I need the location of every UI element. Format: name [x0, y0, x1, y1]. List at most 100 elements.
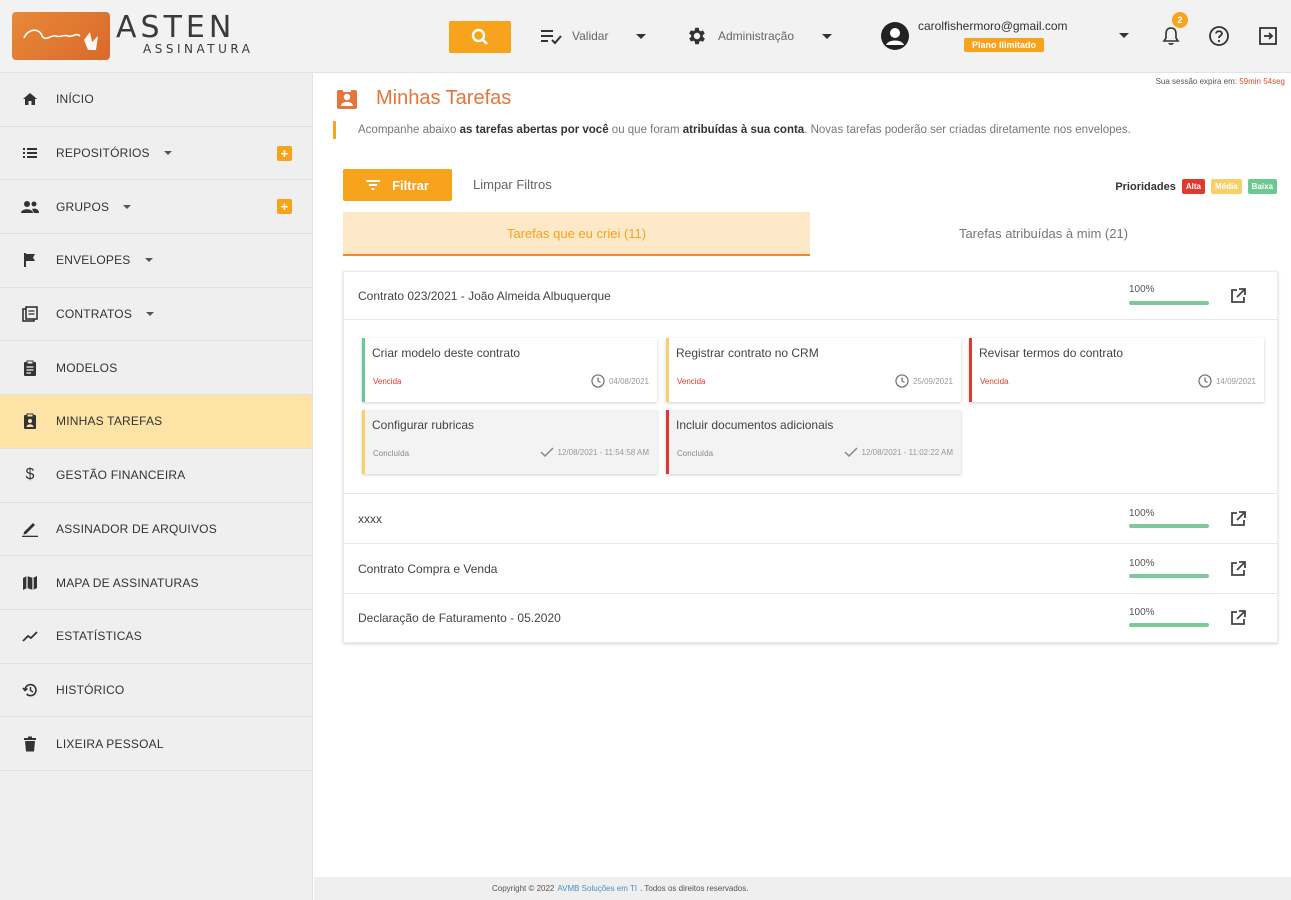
session-time: 59min 54seg [1239, 77, 1285, 86]
open-envelope-button[interactable] [1228, 509, 1248, 529]
add-repository-button[interactable]: + [277, 145, 292, 161]
chevron-down-icon [1119, 33, 1129, 38]
company-link[interactable]: AVMB Soluções em TI [557, 884, 637, 893]
bell-icon [1162, 27, 1180, 45]
task-status: Vencida [677, 377, 706, 386]
sidebar-item-lixeira-pessoal[interactable]: LIXEIRA PESSOAL [0, 717, 312, 771]
sidebar-item-estatisticas[interactable]: ESTATÍSTICAS [0, 610, 312, 664]
admin-menu[interactable]: Administração [686, 22, 833, 50]
checklist-icon [541, 30, 562, 45]
search-button[interactable] [449, 21, 511, 53]
sidebar-item-assinador-de-arquivos[interactable]: ASSINADOR DE ARQUIVOS [0, 503, 312, 557]
sidebar-item-label: GESTÃO FINANCEIRA [56, 468, 186, 483]
task-title: Incluir documentos adicionais [676, 418, 834, 432]
chevron-down-icon [123, 204, 132, 209]
add-group-button[interactable]: + [277, 199, 292, 215]
envelope-row[interactable]: Declaração de Faturamento - 05.2020 100% [344, 594, 1277, 642]
progress-bar [1129, 524, 1209, 528]
sidebar-item-grupos[interactable]: GRUPOS + [0, 180, 312, 235]
notifications-button[interactable]: 2 [1159, 12, 1188, 48]
sidebar-item-label: INÍCIO [56, 92, 94, 107]
sidebar-item-label: REPOSITÓRIOS [56, 146, 150, 161]
page-title: Minhas Tarefas [336, 87, 511, 110]
brand: ASTEN ASSINATURA [116, 13, 253, 57]
sidebar-item-label: LIXEIRA PESSOAL [56, 736, 164, 751]
logout-button[interactable] [1256, 24, 1280, 48]
rights-text: . Todos os direitos reservados. [640, 884, 749, 893]
sidebar-item-label: ESTATÍSTICAS [56, 629, 142, 644]
sidebar-item-contratos[interactable]: CONTRATOS [0, 288, 312, 342]
task-icon [20, 411, 40, 431]
external-link-icon [1231, 610, 1246, 625]
session-text: Sua sessão expira em: [1155, 77, 1237, 86]
session-timer: Sua sessão expira em: 59min 54seg [1156, 77, 1285, 86]
logo[interactable] [12, 12, 110, 60]
validate-menu[interactable]: Validar [540, 22, 647, 50]
task-card[interactable]: Configurar rubricas Concluída 12/08/2021… [362, 410, 657, 474]
open-envelope-button[interactable] [1228, 559, 1248, 579]
sidebar-item-gestao-financeira[interactable]: $ GESTÃO FINANCEIRA [0, 449, 312, 503]
task-tabs: Tarefas que eu criei (11) Tarefas atribu… [343, 212, 1277, 256]
envelope-row[interactable]: Contrato Compra e Venda 100% [344, 544, 1277, 594]
clock-icon [895, 374, 909, 388]
page-title-text: Minhas Tarefas [376, 87, 512, 109]
progress-bar [1129, 623, 1209, 627]
clear-filters-link[interactable]: Limpar Filtros [473, 177, 552, 192]
open-envelope-button[interactable] [1228, 286, 1248, 306]
progress-bar [1129, 301, 1209, 305]
help-icon [1209, 26, 1229, 46]
envelope-name: Contrato 023/2021 - João Almeida Albuque… [358, 288, 611, 303]
help-button[interactable] [1207, 24, 1231, 48]
clipboard-icon [20, 358, 40, 378]
task-card[interactable]: Revisar termos do contrato Vencida 14/09… [969, 338, 1264, 402]
task-status: Concluída [677, 449, 714, 458]
priority-legend-label: Prioridades [1115, 180, 1176, 193]
progress-label: 100% [1129, 508, 1155, 519]
priority-medium-badge: Média [1210, 179, 1242, 194]
list-icon [20, 143, 40, 163]
chevron-down-icon [146, 312, 155, 317]
sidebar-item-envelopes[interactable]: ENVELOPES [0, 234, 312, 288]
trash-icon [20, 734, 40, 754]
sidebar-item-inicio[interactable]: INÍCIO [0, 73, 312, 127]
task-title: Criar modelo deste contrato [372, 346, 521, 360]
task-date-text: 25/09/2021 [912, 376, 953, 386]
tab-assigned-to-me[interactable]: Tarefas atribuídas à mim (21) [810, 212, 1277, 254]
progress-label: 100% [1129, 558, 1155, 569]
task-title: Registrar contrato no CRM [676, 346, 819, 360]
sidebar-item-modelos[interactable]: MODELOS [0, 341, 312, 396]
description-text: . Novas tarefas poderão ser criadas dire… [804, 124, 1131, 136]
clock-icon [1198, 374, 1212, 388]
sidebar-item-label: MODELOS [56, 360, 118, 375]
task-date: 12/08/2021 - 11:02:22 AM [843, 446, 953, 458]
check-icon [843, 447, 858, 458]
map-icon [20, 573, 40, 593]
tab-created-by-me[interactable]: Tarefas que eu criei (11) [343, 212, 810, 256]
task-date-text: 14/09/2021 [1215, 376, 1256, 386]
sidebar-item-mapa-de-assinaturas[interactable]: MAPA DE ASSINATURAS [0, 556, 312, 610]
sidebar-item-label: GRUPOS [56, 199, 110, 214]
task-card[interactable]: Criar modelo deste contrato Vencida 04/0… [362, 338, 657, 402]
task-card[interactable]: Registrar contrato no CRM Vencida 25/09/… [666, 338, 961, 402]
description-text: Acompanhe abaixo [358, 124, 460, 136]
plan-badge: Plano Ilimitado [964, 38, 1045, 52]
pen-icon [20, 519, 40, 539]
sidebar-item-repositorios[interactable]: REPOSITÓRIOS + [0, 127, 312, 181]
filter-button[interactable]: Filtrar [343, 169, 452, 201]
task-title: Revisar termos do contrato [979, 346, 1124, 360]
envelope-row[interactable]: Contrato 023/2021 - João Almeida Albuque… [344, 272, 1277, 320]
external-link-icon [1231, 287, 1246, 303]
footer: Copyright © 2022 AVMB Soluções em TI . T… [314, 877, 1291, 900]
sidebar: INÍCIO REPOSITÓRIOS + GRUPOS + ENVELOPES… [0, 73, 313, 900]
sidebar-item-minhas-tarefas[interactable]: MINHAS TAREFAS [0, 395, 312, 449]
sidebar-item-historico[interactable]: HISTÓRICO [0, 664, 312, 718]
chevron-down-icon [144, 258, 153, 263]
chevron-down-icon [822, 33, 833, 39]
page-description: Acompanhe abaixo as tarefas abertas por … [333, 121, 1131, 139]
task-card[interactable]: Incluir documentos adicionais Concluída … [666, 410, 961, 474]
external-link-icon [1231, 510, 1246, 526]
open-envelope-button[interactable] [1228, 608, 1248, 628]
main-content: Sua sessão expira em: 59min 54seg Minhas… [314, 73, 1291, 877]
task-date-text: 12/08/2021 - 11:02:22 AM [861, 447, 953, 457]
envelope-row[interactable]: xxxx 100% [344, 494, 1277, 544]
